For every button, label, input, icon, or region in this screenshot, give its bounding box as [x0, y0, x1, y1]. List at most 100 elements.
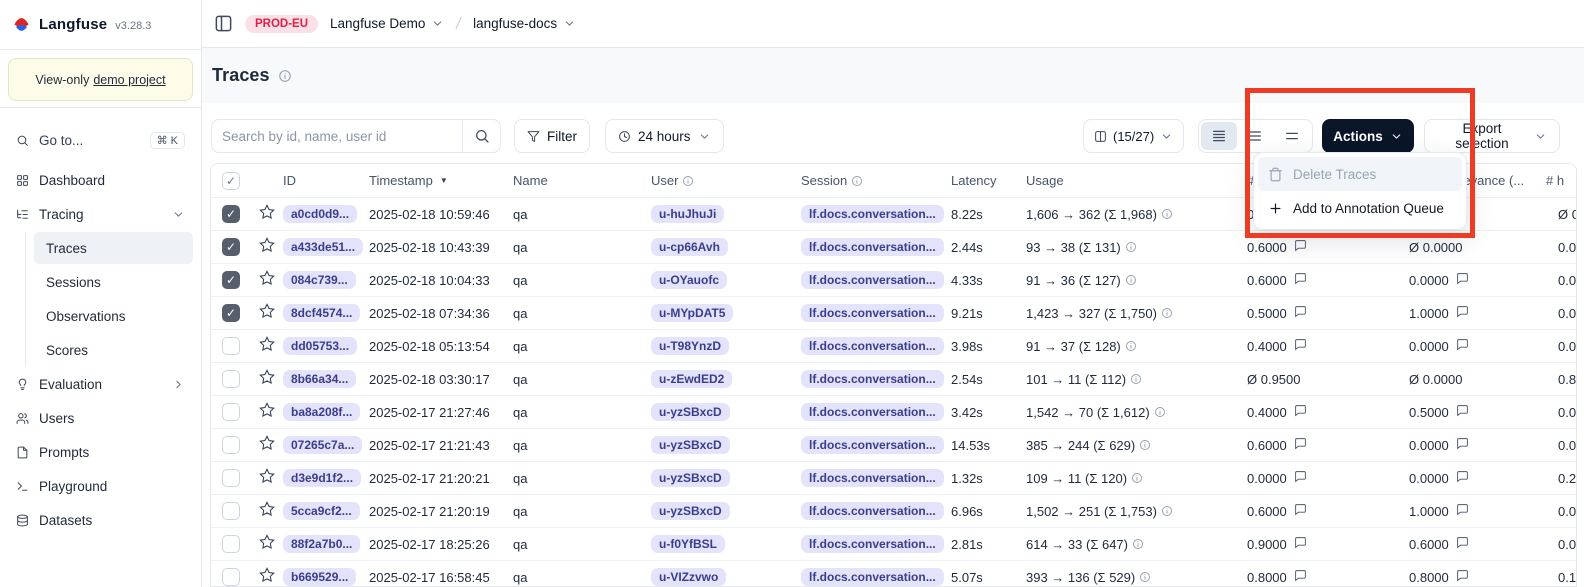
row-checkbox[interactable]	[222, 535, 240, 553]
bookmark-star-icon[interactable]	[259, 303, 275, 324]
sidebar-menu: DashboardTracingTracesSessionsObservatio…	[0, 160, 201, 542]
bookmark-star-icon[interactable]	[259, 435, 275, 456]
user-id-badge[interactable]: u-cp66Avh	[651, 238, 728, 256]
user-id-badge[interactable]: u-OYauofc	[651, 271, 727, 289]
sidebar-item-observations[interactable]: Observations	[34, 300, 193, 332]
score-cell-1: 0.6000	[1247, 437, 1409, 453]
row-checkbox[interactable]: ✓	[222, 271, 240, 289]
sidebar-item-dashboard[interactable]: Dashboard	[8, 164, 193, 196]
menu-item-add-to-annotation-queue[interactable]: Add to Annotation Queue	[1258, 191, 1462, 225]
goto-button[interactable]: Go to... ⌘ K	[8, 124, 193, 156]
bookmark-star-icon[interactable]	[259, 336, 275, 357]
bookmark-star-icon[interactable]	[259, 501, 275, 522]
trace-id-badge[interactable]: 8dcf4574...	[283, 304, 360, 322]
score-cell-3: 0.0	[1546, 273, 1577, 288]
row-checkbox[interactable]	[222, 403, 240, 421]
trace-id-badge[interactable]: d3e9d1f2...	[283, 469, 361, 487]
session-id-badge[interactable]: lf.docs.conversation...	[801, 502, 944, 520]
user-id-badge[interactable]: u-MYpDAT5	[651, 304, 733, 322]
bookmark-star-icon[interactable]	[259, 204, 275, 225]
filter-button[interactable]: Filter	[514, 119, 590, 153]
trace-id-badge[interactable]: 8b66a34...	[283, 370, 356, 388]
row-checkbox[interactable]	[222, 568, 240, 586]
trace-id-badge[interactable]: b669529...	[283, 568, 356, 586]
trace-id-badge[interactable]: 88f2a7b0...	[283, 535, 360, 553]
bookmark-star-icon[interactable]	[259, 369, 275, 390]
session-id-badge[interactable]: lf.docs.conversation...	[801, 535, 944, 553]
user-id-badge[interactable]: u-yzSBxcD	[651, 502, 730, 520]
user-id-badge[interactable]: u-yzSBxcD	[651, 403, 730, 421]
header-usage[interactable]: Usage	[1023, 173, 1247, 188]
demo-project-link[interactable]: demo project	[93, 73, 165, 87]
column-visibility-button[interactable]: (15/27)	[1083, 119, 1184, 153]
bookmark-star-icon[interactable]	[259, 567, 275, 587]
select-all-checkbox[interactable]: ✓	[222, 172, 240, 190]
row-checkbox[interactable]	[222, 502, 240, 520]
session-id-badge[interactable]: lf.docs.conversation...	[801, 568, 944, 586]
row-checkbox[interactable]: ✓	[222, 238, 240, 256]
trace-id-badge[interactable]: a0cd0d9...	[283, 205, 357, 223]
header-session[interactable]: Session	[797, 173, 947, 188]
session-id-badge[interactable]: lf.docs.conversation...	[801, 370, 944, 388]
session-id-badge[interactable]: lf.docs.conversation...	[801, 304, 944, 322]
row-checkbox[interactable]	[222, 370, 240, 388]
panel-toggle-icon[interactable]	[214, 14, 233, 33]
user-id-badge[interactable]: u-f0YfBSL	[651, 535, 725, 553]
sidebar-item-scores[interactable]: Scores	[34, 334, 193, 366]
search-submit-button[interactable]	[462, 119, 501, 153]
sidebar-item-tracing[interactable]: Tracing	[8, 198, 193, 230]
row-height-medium-button[interactable]	[1237, 122, 1273, 150]
session-id-badge[interactable]: lf.docs.conversation...	[801, 469, 944, 487]
project-selector[interactable]: langfuse-docs	[473, 16, 576, 31]
row-height-small-button[interactable]	[1201, 122, 1237, 150]
sidebar-item-playground[interactable]: Playground	[8, 470, 193, 502]
bookmark-star-icon[interactable]	[259, 534, 275, 555]
user-id-badge[interactable]: u-yzSBxcD	[651, 469, 730, 487]
time-range-button[interactable]: 24 hours	[605, 119, 724, 153]
org-selector[interactable]: Langfuse Demo	[330, 16, 444, 31]
row-height-large-button[interactable]	[1274, 122, 1310, 150]
export-selection-button[interactable]: Export selection	[1424, 119, 1560, 153]
menu-item-delete-traces[interactable]: Delete Traces	[1258, 157, 1462, 191]
sidebar-item-datasets[interactable]: Datasets	[8, 504, 193, 536]
session-id-badge[interactable]: lf.docs.conversation...	[801, 238, 944, 256]
trace-id-badge[interactable]: a433de51...	[283, 238, 363, 256]
trace-id-badge[interactable]: 07265c7a...	[283, 436, 362, 454]
user-id-badge[interactable]: u-huJhuJi	[651, 205, 724, 223]
sidebar-item-prompts[interactable]: Prompts	[8, 436, 193, 468]
trace-id-badge[interactable]: 5cca9cf2...	[283, 502, 360, 520]
bookmark-star-icon[interactable]	[259, 270, 275, 291]
header-user[interactable]: User	[649, 173, 797, 188]
user-id-badge[interactable]: u-VIZzvwo	[651, 568, 726, 586]
trace-id-badge[interactable]: dd05753...	[283, 337, 357, 355]
session-id-badge[interactable]: lf.docs.conversation...	[801, 436, 944, 454]
trace-id-badge[interactable]: 084c739...	[283, 271, 356, 289]
sidebar-item-sessions[interactable]: Sessions	[34, 266, 193, 298]
actions-button[interactable]: Actions	[1322, 119, 1414, 153]
user-id-badge[interactable]: u-zEwdED2	[651, 370, 732, 388]
session-id-badge[interactable]: lf.docs.conversation...	[801, 403, 944, 421]
bookmark-star-icon[interactable]	[259, 402, 275, 423]
session-id-badge[interactable]: lf.docs.conversation...	[801, 271, 944, 289]
row-checkbox[interactable]	[222, 469, 240, 487]
session-id-badge[interactable]: lf.docs.conversation...	[801, 337, 944, 355]
sidebar-item-traces[interactable]: Traces	[34, 232, 193, 264]
row-checkbox[interactable]	[222, 436, 240, 454]
header-timestamp[interactable]: Timestamp ▼	[369, 173, 509, 188]
header-name[interactable]: Name	[509, 173, 649, 188]
row-checkbox[interactable]: ✓	[222, 304, 240, 322]
row-checkbox[interactable]: ✓	[222, 205, 240, 223]
search-input[interactable]	[211, 119, 462, 153]
session-id-badge[interactable]: lf.docs.conversation...	[801, 205, 944, 223]
user-id-badge[interactable]: u-T98YnzD	[651, 337, 729, 355]
sidebar-item-evaluation[interactable]: Evaluation	[8, 368, 193, 400]
row-checkbox[interactable]	[222, 337, 240, 355]
sidebar-item-users[interactable]: Users	[8, 402, 193, 434]
header-latency[interactable]: Latency	[947, 173, 1023, 188]
header-id[interactable]: ID	[283, 173, 369, 188]
bookmark-star-icon[interactable]	[259, 237, 275, 258]
header-score-3[interactable]: # h	[1546, 173, 1577, 188]
trace-id-badge[interactable]: ba8a208f...	[283, 403, 360, 421]
bookmark-star-icon[interactable]	[259, 468, 275, 489]
user-id-badge[interactable]: u-yzSBxcD	[651, 436, 730, 454]
